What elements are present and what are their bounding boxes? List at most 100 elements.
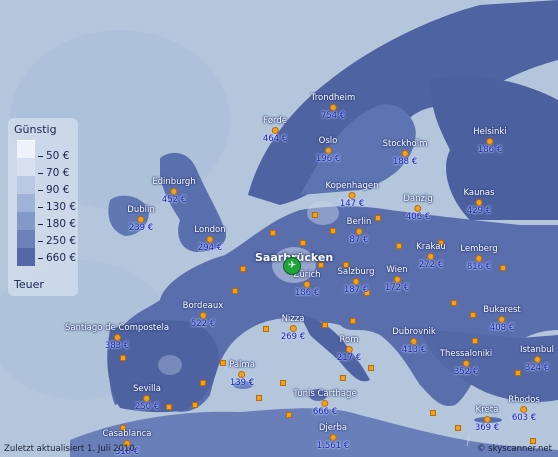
city-name: Sevilla bbox=[133, 384, 161, 394]
price-map: Trondheim 754 € Førde 464 € Oslo 196 € Stoc… bbox=[0, 0, 558, 457]
city-marker[interactable]: Edinburgh 452 € bbox=[152, 178, 195, 204]
airport-marker[interactable] bbox=[192, 402, 198, 408]
city-marker[interactable]: Trondheim 754 € bbox=[311, 94, 356, 120]
city-price: 186 € bbox=[294, 287, 320, 298]
legend-bottom-label: Teuer bbox=[14, 278, 44, 291]
airport-marker[interactable] bbox=[500, 265, 506, 271]
legend-swatch bbox=[17, 176, 35, 194]
city-price: 522 € bbox=[190, 318, 216, 329]
airport-marker[interactable] bbox=[322, 322, 328, 328]
city-marker[interactable]: Nizza 269 € bbox=[281, 315, 305, 341]
city-marker[interactable]: Dublin 239 € bbox=[127, 206, 154, 232]
map-background bbox=[0, 0, 558, 457]
city-marker[interactable]: Berlin 87 € bbox=[347, 218, 372, 244]
city-marker[interactable]: Oslo 196 € bbox=[316, 137, 340, 163]
airport-marker[interactable] bbox=[350, 318, 356, 324]
city-name: Kaunas bbox=[463, 188, 495, 198]
airport-marker[interactable] bbox=[312, 212, 318, 218]
price-legend: Günstig 50 € 70 € 90 € 130 € 180 € 250 €… bbox=[8, 118, 78, 296]
city-marker[interactable]: Istanbul 324 € bbox=[520, 346, 554, 372]
airport-marker[interactable] bbox=[455, 425, 461, 431]
city-name: Berlin bbox=[346, 217, 372, 227]
watermark: i bbox=[466, 434, 470, 450]
city-marker[interactable]: Krakau 272 € bbox=[416, 243, 446, 269]
city-name: Stockholm bbox=[382, 139, 428, 149]
airport-marker[interactable] bbox=[451, 300, 457, 306]
city-marker[interactable]: Bukarest 408 € bbox=[483, 306, 521, 332]
airport-dot bbox=[206, 235, 214, 243]
city-marker[interactable]: Danzig 406 € bbox=[403, 195, 432, 221]
city-price: 352 € bbox=[453, 366, 479, 377]
city-name: Trondheim bbox=[310, 93, 356, 103]
airport-marker[interactable] bbox=[270, 230, 276, 236]
airport-marker[interactable] bbox=[368, 365, 374, 371]
city-marker[interactable]: Thessaloniki 352 € bbox=[440, 350, 492, 376]
airport-marker[interactable] bbox=[286, 412, 292, 418]
city-price: 172 € bbox=[384, 282, 410, 293]
airport-marker[interactable] bbox=[120, 355, 126, 361]
legend-swatch bbox=[17, 194, 35, 212]
city-marker[interactable]: Santiago de Compostela 383 € bbox=[65, 324, 169, 350]
airport-dot bbox=[199, 311, 207, 319]
city-marker[interactable]: Tunis Carthage 666 € bbox=[293, 390, 356, 416]
city-marker[interactable]: Bordeaux 522 € bbox=[183, 302, 224, 328]
city-marker[interactable]: Førde 464 € bbox=[263, 117, 287, 143]
airport-marker[interactable] bbox=[396, 243, 402, 249]
city-price: 383 € bbox=[104, 340, 130, 351]
legend-level: 250 € bbox=[38, 235, 76, 247]
city-name: Dubrovnik bbox=[392, 327, 436, 337]
city-marker[interactable]: Sevilla 250 € bbox=[133, 385, 161, 411]
airport-marker[interactable] bbox=[166, 404, 172, 410]
airport-marker[interactable] bbox=[232, 288, 238, 294]
city-marker[interactable]: Dubrovnik 413 € bbox=[392, 328, 436, 354]
city-name: Casablanca bbox=[102, 429, 152, 439]
city-name: Lemberg bbox=[460, 244, 498, 254]
city-marker[interactable]: Stockholm 188 € bbox=[383, 140, 428, 166]
city-marker[interactable]: Rhodos 603 € bbox=[508, 396, 540, 422]
city-price: 186 € bbox=[477, 144, 503, 155]
legend-top-label: Günstig bbox=[14, 123, 57, 136]
airport-marker[interactable] bbox=[330, 228, 336, 234]
plane-icon: ✈ bbox=[283, 257, 301, 275]
city-marker[interactable]: London 294 € bbox=[194, 226, 225, 252]
city-price: 324 € bbox=[524, 362, 550, 373]
city-price: 272 € bbox=[418, 259, 444, 270]
city-price: 406 € bbox=[405, 211, 431, 222]
airport-marker[interactable] bbox=[472, 338, 478, 344]
city-name: Santiago de Compostela bbox=[64, 323, 170, 333]
airport-dot bbox=[329, 433, 337, 441]
airport-marker[interactable] bbox=[263, 326, 269, 332]
airport-dot bbox=[462, 359, 470, 367]
city-marker[interactable]: Palma 139 € bbox=[229, 361, 255, 387]
airport-dot bbox=[475, 198, 483, 206]
city-marker[interactable]: Rom 217 € bbox=[337, 336, 361, 362]
airport-marker[interactable] bbox=[430, 410, 436, 416]
city-marker[interactable]: Djerba 1.561 € bbox=[317, 424, 349, 450]
city-marker[interactable]: Kaunas 429 € bbox=[463, 189, 494, 215]
legend-swatch bbox=[17, 248, 35, 266]
city-marker[interactable]: Wien 172 € bbox=[385, 266, 409, 292]
city-marker[interactable]: Helsinki 186 € bbox=[473, 128, 506, 154]
city-price: 187 € bbox=[343, 284, 369, 295]
city-price: 429 € bbox=[466, 205, 492, 216]
airport-marker[interactable] bbox=[220, 360, 226, 366]
city-marker[interactable]: Kopenhagen 147 € bbox=[326, 182, 379, 208]
airport-marker[interactable] bbox=[256, 395, 262, 401]
airport-marker[interactable] bbox=[240, 266, 246, 272]
airport-marker[interactable] bbox=[340, 375, 346, 381]
airport-dot bbox=[170, 187, 178, 195]
airport-marker[interactable] bbox=[375, 215, 381, 221]
legend-swatch bbox=[17, 212, 35, 230]
legend-level: 90 € bbox=[38, 184, 69, 196]
city-marker[interactable]: Salzburg 187 € bbox=[338, 268, 375, 294]
airport-marker[interactable] bbox=[280, 380, 286, 386]
airport-dot bbox=[533, 355, 541, 363]
city-marker[interactable]: Kreta 369 € bbox=[475, 406, 499, 432]
airport-marker[interactable] bbox=[200, 380, 206, 386]
city-marker[interactable]: Lemberg 816 € bbox=[460, 245, 497, 271]
city-marker[interactable]: Zürich 186 € bbox=[293, 271, 320, 297]
city-name: Helsinki bbox=[473, 127, 507, 137]
credit[interactable]: © skyscanner.net bbox=[477, 444, 552, 454]
airport-marker[interactable] bbox=[470, 312, 476, 318]
airport-dot bbox=[289, 324, 297, 332]
